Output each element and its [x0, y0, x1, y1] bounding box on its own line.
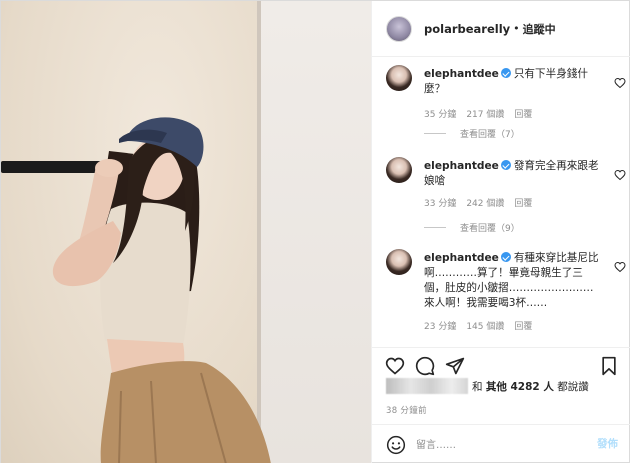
commenter-username[interactable]: elephantdee — [424, 252, 499, 264]
comment-reply-button[interactable]: 回覆 — [514, 319, 532, 332]
likes-summary[interactable]: 和 其他 4282 人 都說讚 — [386, 377, 626, 395]
comment-heart-icon[interactable] — [614, 261, 626, 273]
smile-icon[interactable] — [386, 435, 406, 455]
author-username[interactable]: polarbearelly — [424, 22, 510, 36]
likes-suffix: 都說讚 — [557, 380, 589, 393]
bookmark-icon[interactable] — [599, 356, 619, 376]
post-photo[interactable] — [1, 1, 371, 463]
author-avatar[interactable] — [386, 15, 412, 42]
replies-divider — [424, 133, 446, 134]
add-comment-bar: 發佈 — [372, 424, 630, 463]
comment-likes[interactable]: 145 個讚 — [466, 319, 504, 332]
commenter-username[interactable]: elephantdee — [424, 160, 499, 172]
verified-badge-icon — [500, 160, 511, 170]
comment-likes[interactable]: 217 個讚 — [466, 107, 504, 120]
commenter-avatar[interactable] — [386, 157, 412, 183]
comment-likes[interactable]: 242 個讚 — [466, 196, 504, 209]
verified-badge-icon — [500, 252, 511, 262]
post-actions-bar — [372, 347, 630, 379]
post-header: polarbearelly • 追蹤中 — [372, 1, 630, 57]
comments-list[interactable]: elephantdee 只有下半身錢什麼？ 35 分鐘 217 個讚 回覆 查看回… — [372, 57, 630, 347]
comment-time[interactable]: 33 分鐘 — [424, 196, 456, 209]
likes-others-count[interactable]: 其他 4282 人 — [486, 379, 554, 394]
comment-time[interactable]: 35 分鐘 — [424, 107, 456, 120]
view-replies-label: 查看回覆（9） — [460, 224, 520, 234]
instagram-post: polarbearelly • 追蹤中 elephantdee 只有下半身錢什麼？… — [0, 0, 630, 463]
view-replies-label: 查看回覆（7） — [460, 130, 520, 140]
post-side-panel: polarbearelly • 追蹤中 elephantdee 只有下半身錢什麼？… — [371, 1, 630, 463]
comment-heart-icon[interactable] — [614, 77, 626, 89]
comment-time[interactable]: 23 分鐘 — [424, 319, 456, 332]
comment-input[interactable] — [416, 433, 576, 457]
comment-heart-icon[interactable] — [614, 169, 626, 181]
comment-reply-button[interactable]: 回覆 — [514, 196, 532, 209]
commenter-avatar[interactable] — [386, 249, 412, 275]
comment-body: elephantdee 只有下半身錢什麼？ — [424, 67, 602, 97]
paper-plane-icon[interactable] — [445, 356, 465, 376]
photo-subject — [52, 117, 271, 463]
comment-meta: 33 分鐘 242 個讚 回覆 — [424, 196, 532, 209]
comment-meta: 35 分鐘 217 個讚 回覆 — [424, 107, 532, 120]
verified-badge-icon — [500, 68, 511, 78]
comment-reply-button[interactable]: 回覆 — [514, 107, 532, 120]
post-comment-button[interactable]: 發佈 — [597, 436, 618, 451]
liker-name-blurred — [386, 378, 468, 394]
post-timestamp[interactable]: 38 分鐘前 — [386, 404, 427, 416]
comment-body: elephantdee 發育完全再來跟老娘嗆 — [424, 159, 602, 189]
comment-meta: 23 分鐘 145 個讚 回覆 — [424, 319, 532, 332]
comment-body: elephantdee 有種來穿比基尼比啊…………算了！畢竟母親生了三個，肚皮的小… — [424, 251, 602, 311]
commenter-username[interactable]: elephantdee — [424, 68, 499, 80]
likes-prefix: 和 — [472, 380, 483, 393]
comment-item: elephantdee 有種來穿比基尼比啊…………算了！畢竟母親生了三個，肚皮的小… — [386, 249, 626, 345]
header-separator: • — [513, 22, 520, 35]
replies-divider — [424, 227, 446, 228]
view-replies-button[interactable]: 查看回覆（9） — [424, 221, 520, 234]
commenter-avatar[interactable] — [386, 65, 412, 91]
comment-icon[interactable] — [415, 356, 435, 376]
heart-icon[interactable] — [385, 356, 405, 376]
view-replies-button[interactable]: 查看回覆（7） — [424, 127, 520, 140]
follow-status-button[interactable]: 追蹤中 — [523, 21, 556, 37]
